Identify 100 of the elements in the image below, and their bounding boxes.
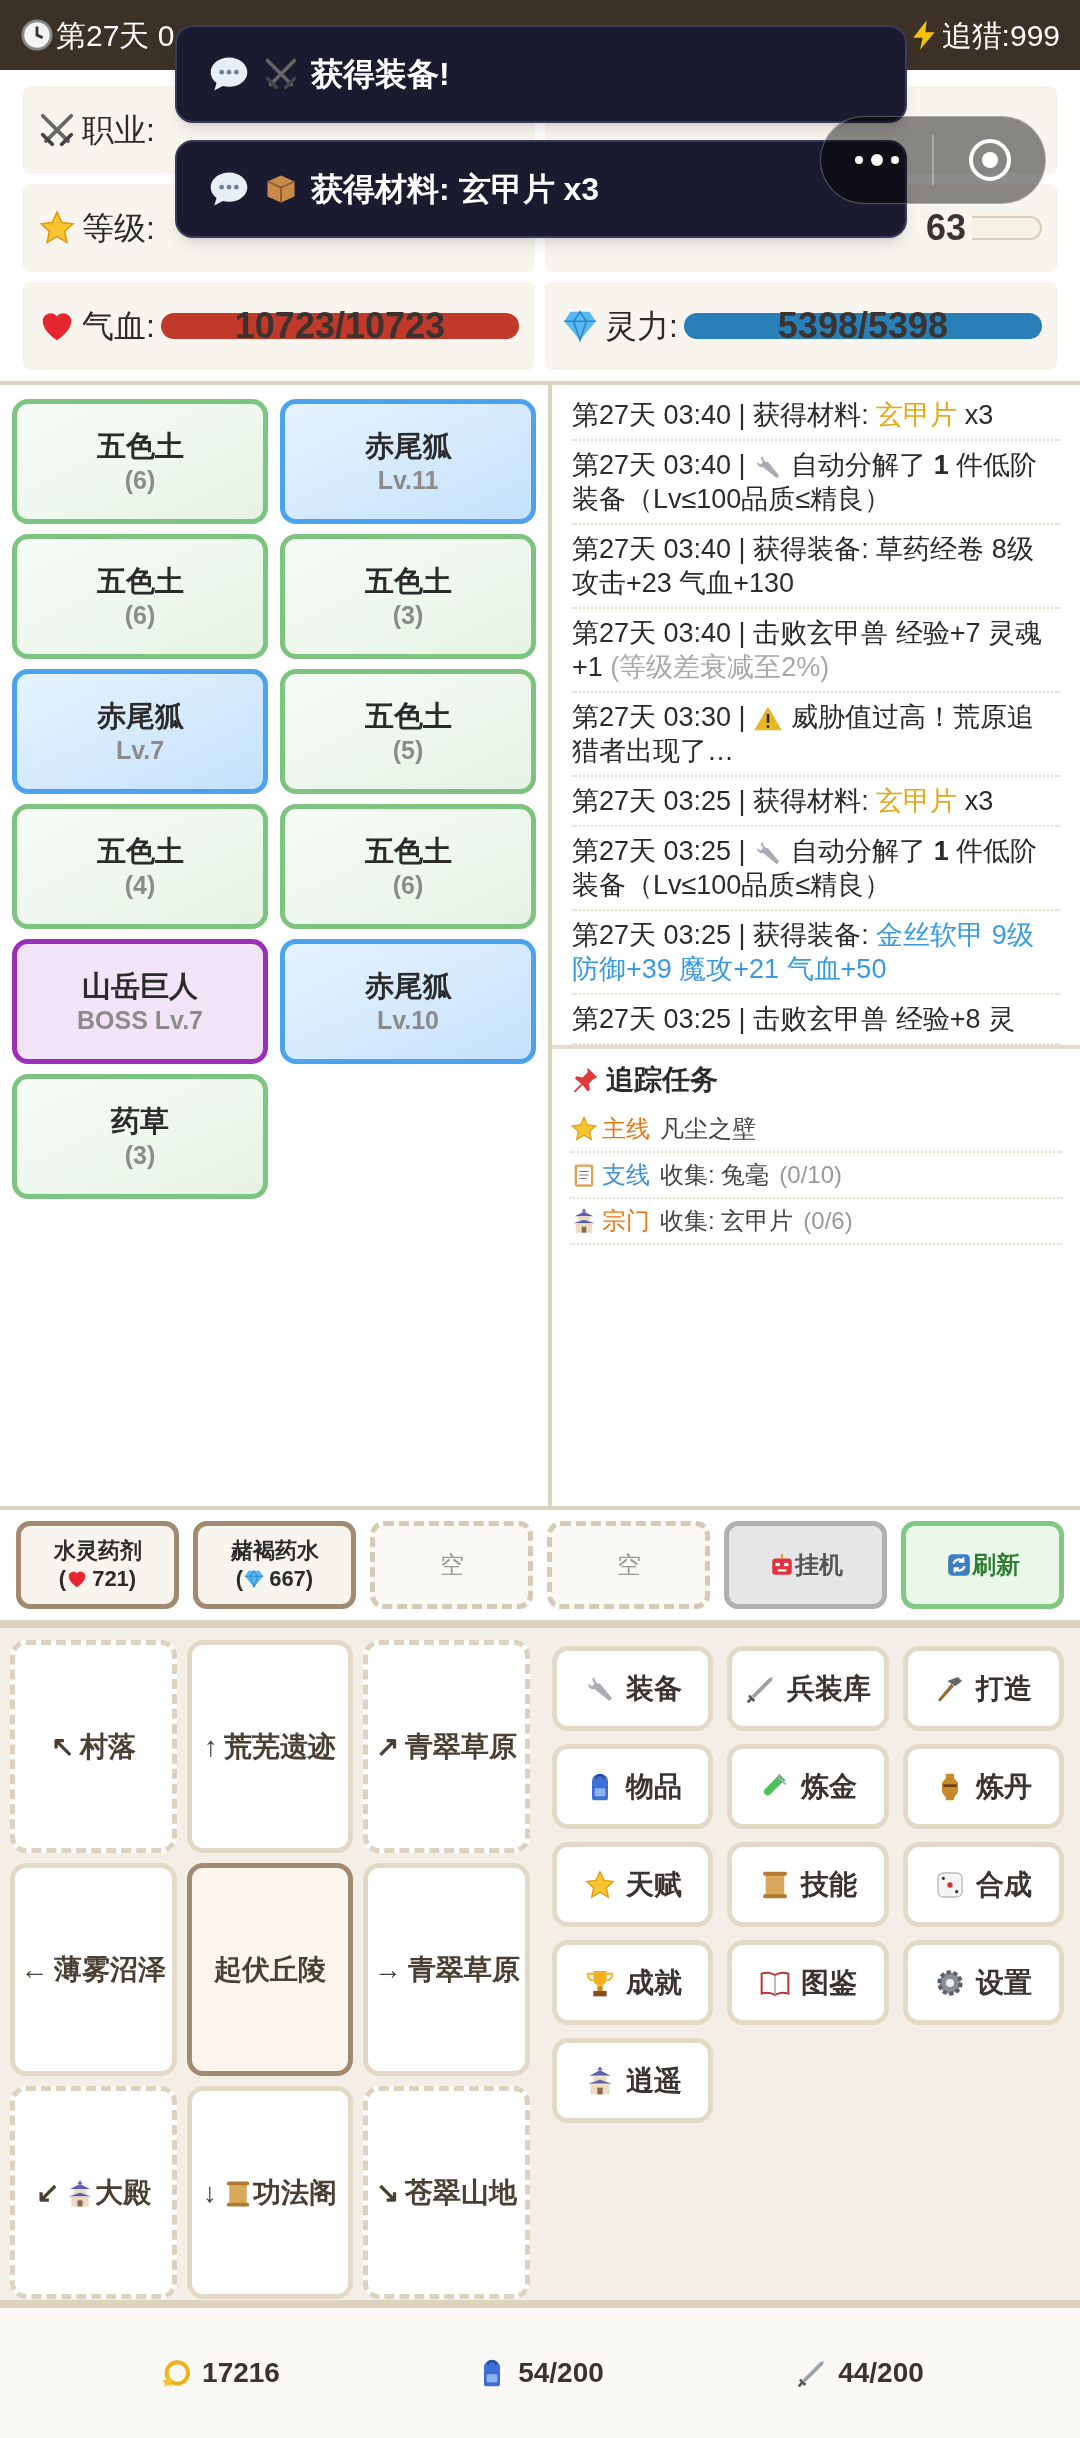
resource-card[interactable]: 五色土 (3)	[280, 534, 536, 659]
collect-count: (0/6)	[803, 1206, 853, 1236]
collect-count: (0/10)	[779, 1160, 843, 1190]
card-name: 赤尾狐	[96, 698, 184, 734]
log-entry: 第27天 03:30 | 威胁值过高！荒原追猎者出现了…	[572, 701, 1036, 768]
menu-button[interactable]: 逍遥	[552, 2038, 714, 2123]
location-button[interactable]: ↗ 青翠草原	[363, 1640, 530, 1853]
quest-text: 收集: 玄甲片	[660, 1206, 794, 1236]
star-icon	[570, 1115, 598, 1143]
resource-card[interactable]: 五色土 (4)	[12, 804, 268, 929]
card-sub: Lv.7	[115, 734, 165, 766]
gem-icon	[243, 1568, 266, 1590]
exp-bar	[972, 216, 1042, 240]
monster-card[interactable]: 山岳巨人 BOSS Lv.7	[12, 939, 268, 1064]
resource-card[interactable]: 五色土 (6)	[12, 399, 268, 524]
card-sub: (6)	[124, 464, 156, 496]
card-sub: (3)	[124, 1139, 156, 1171]
swords-icon	[263, 56, 299, 92]
log-entry: 第27天 03:25 | 自动分解了 1 件低阶装备（Lv≤100品质≤精良）	[572, 835, 1039, 902]
swords-icon	[38, 111, 76, 149]
location-button[interactable]: ↑ 荒芜遗迹	[186, 1640, 354, 1853]
exp-reading: 63	[925, 210, 966, 246]
chase-counter: 追猎:999	[941, 17, 1060, 54]
card-name: 五色土	[364, 698, 452, 734]
menu-button[interactable]: 技能	[727, 1842, 889, 1927]
refresh-icon	[945, 1552, 972, 1578]
quest-title: 追踪任务	[606, 1063, 718, 1097]
log-entry: 第27天 03:25 | 获得装备: 金丝软甲 9级防御+39 魔攻+21 气血+50	[572, 919, 1035, 986]
quest-text: 收集: 兔毫	[660, 1160, 770, 1190]
card-sub: BOSS Lv.7	[77, 1004, 203, 1036]
card-sub: (5)	[392, 734, 424, 766]
resource-card[interactable]: 五色土 (6)	[280, 804, 536, 929]
current-location[interactable]: 起伏丘陵	[186, 1863, 354, 2076]
location-button[interactable]: → 青翠草原	[363, 1863, 530, 2076]
location-button[interactable]: ↖ 村落	[10, 1640, 177, 1853]
card-sub: (3)	[392, 599, 424, 631]
menu-button[interactable]: 图鉴	[727, 1940, 889, 2025]
menu-button[interactable]: 打造	[902, 1646, 1064, 1731]
card-sub: (4)	[124, 869, 156, 901]
card-name: 药草	[111, 1103, 169, 1139]
potion-slot[interactable]: 水灵药剂 ( 721)	[16, 1521, 179, 1609]
card-sub: (6)	[124, 599, 156, 631]
resource-card[interactable]: 五色土 (5)	[280, 669, 536, 794]
log-entry: 第27天 03:25 | 获得材料: 玄甲片 x3	[572, 785, 995, 818]
toast-notification: 获得装备!	[175, 25, 907, 123]
card-sub: Lv.10	[376, 1004, 440, 1036]
monster-card[interactable]: 赤尾狐 Lv.7	[12, 669, 268, 794]
location-button[interactable]: ← 薄雾沼泽	[10, 1863, 177, 2076]
star-icon	[38, 209, 76, 247]
menu-button[interactable]: 装备	[552, 1646, 714, 1731]
menu-button[interactable]: 设置	[902, 1940, 1064, 2025]
resource-card[interactable]: 药草 (3)	[12, 1074, 268, 1199]
card-sub: Lv.11	[377, 464, 439, 496]
card-name: 赤尾狐	[364, 968, 452, 1004]
card-name: 五色土	[96, 428, 184, 464]
card-name: 赤尾狐	[364, 428, 452, 464]
menu-button[interactable]: 炼丹	[902, 1744, 1064, 1829]
day-time: 第27天 0	[56, 17, 175, 54]
bar-reading: 10723/10723	[234, 308, 446, 344]
footer-count: 17216	[202, 2356, 280, 2390]
log-entry: 第27天 03:40 | 自动分解了 1 件低阶装备（Lv≤100品质≤精良）	[572, 449, 1039, 516]
monster-card[interactable]: 赤尾狐 Lv.11	[280, 399, 536, 524]
auto-battle-button[interactable]: 挂机	[724, 1521, 887, 1609]
monster-card[interactable]: 赤尾狐 Lv.10	[280, 939, 536, 1064]
resource-card[interactable]: 五色土 (6)	[12, 534, 268, 659]
card-sub: (6)	[392, 869, 424, 901]
menu-button[interactable]: 天赋	[552, 1842, 714, 1927]
menu-button[interactable]: 兵装库	[727, 1646, 889, 1731]
quest-tag: 支线	[602, 1157, 650, 1193]
stat-label: 灵力:	[605, 307, 678, 346]
star-icon	[583, 1868, 616, 1901]
location-button[interactable]: ↙ 大殿	[10, 2086, 177, 2299]
log-entry: 第27天 03:25 | 击败玄甲兽 经验+8 灵	[572, 1003, 1016, 1036]
quest-text: 凡尘之壁	[660, 1114, 756, 1144]
potion-slot[interactable]: 赭褐药水 ( 667)	[193, 1521, 356, 1609]
toast-notification: 获得材料: 玄甲片 x3	[175, 140, 907, 238]
menu-button[interactable]: 成就	[552, 1940, 714, 2025]
log-entry: 第27天 03:40 | 获得装备: 草药经卷 8级攻击+23 气血+130	[572, 533, 1035, 600]
log-entry: 第27天 03:40 | 击败玄甲兽 经验+7 灵魂+1 (等级差衰减至2%)	[572, 617, 1043, 684]
card-name: 五色土	[96, 563, 184, 599]
menu-button[interactable]: 合成	[902, 1842, 1064, 1927]
location-button[interactable]: ↓ 功法阁	[186, 2086, 354, 2299]
card-name: 五色土	[364, 833, 452, 869]
menu-button[interactable]: 炼金	[727, 1744, 889, 1829]
footer-count: 44/200	[838, 2356, 924, 2390]
bar-reading: 5398/5398	[777, 308, 949, 344]
card-name: 山岳巨人	[82, 968, 198, 1004]
card-name: 五色土	[96, 833, 184, 869]
coin-icon	[160, 2357, 193, 2389]
location-button[interactable]: ↘ 苍翠山地	[363, 2086, 530, 2299]
log-entry: 第27天 03:40 | 获得材料: 玄甲片 x3	[572, 399, 995, 432]
menu-button[interactable]: 物品	[552, 1744, 714, 1829]
footer-count: 54/200	[518, 2356, 604, 2390]
stat-label: 职业:	[82, 111, 155, 150]
refresh-button[interactable]: 刷新	[901, 1521, 1064, 1609]
clock-icon	[20, 18, 54, 52]
stat-label: 等级:	[82, 209, 155, 248]
quest-tag: 主线	[602, 1111, 650, 1147]
stat-label: 气血:	[82, 307, 155, 346]
quest-tag: 宗门	[602, 1203, 650, 1239]
